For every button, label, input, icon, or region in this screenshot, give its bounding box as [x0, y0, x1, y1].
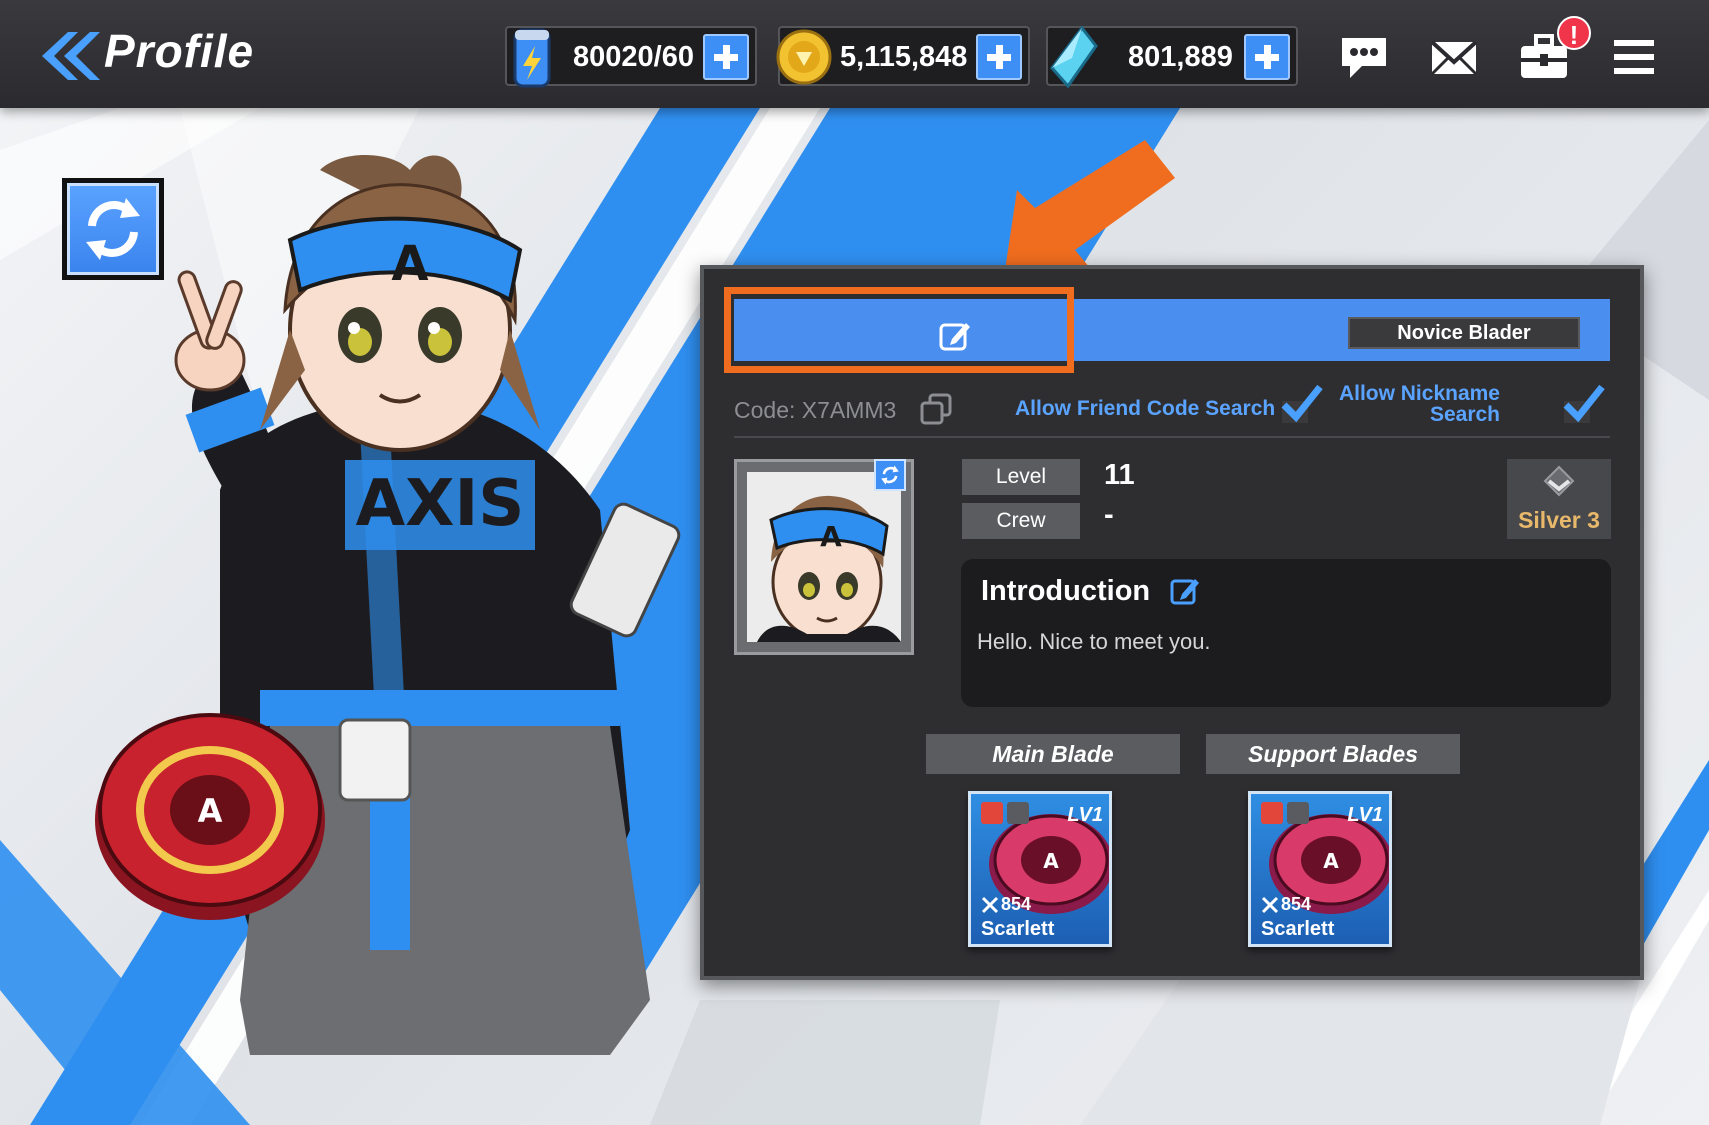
rank-emblem-icon [1543, 465, 1575, 497]
svg-text:AXIS: AXIS [356, 467, 525, 541]
nickname-edit-highlight[interactable] [724, 287, 1074, 373]
support-blades-header: Support Blades [1206, 734, 1460, 774]
svg-text:A: A [1043, 849, 1059, 873]
blade-level: LV1 [1067, 804, 1103, 826]
friend-code-search-check-icon[interactable] [1278, 383, 1324, 425]
back-arrow-icon[interactable] [38, 28, 100, 84]
gold-counter: 5,115,848 [776, 26, 1030, 86]
gold-value: 5,115,848 [840, 41, 968, 73]
blade-type-icon [1007, 802, 1029, 824]
page-title: Profile [104, 25, 255, 77]
blade-name: Scarlett [1261, 918, 1335, 940]
gem-counter: 801,889 [1046, 25, 1298, 89]
allow-nickname-search-label: Allow Nickname Search [1338, 382, 1500, 426]
allow-friend-code-search-label: Allow Friend Code Search [1015, 397, 1276, 420]
svg-text:A: A [198, 792, 223, 830]
blade-power: 854 [1281, 894, 1312, 914]
gem-value: 801,889 [1128, 41, 1233, 73]
crew-label: Crew [962, 503, 1080, 539]
crossed-swords-icon [1261, 896, 1279, 914]
chat-icon[interactable] [1338, 34, 1390, 80]
blade-name: Scarlett [981, 918, 1055, 940]
crew-value: - [1104, 499, 1114, 531]
fire-element-icon [1261, 802, 1283, 824]
refresh-icon [86, 198, 140, 260]
blade-type-icon [1287, 802, 1309, 824]
nickname-search-check-icon[interactable] [1560, 383, 1606, 425]
introduction-title: Introduction [981, 575, 1151, 607]
notification-badge: ! [1557, 16, 1591, 50]
main-blade-header: Main Blade [926, 734, 1180, 774]
avatar-refresh-icon[interactable] [874, 459, 906, 491]
friend-code: Code: X7AMM3 [734, 397, 897, 423]
svg-text:A: A [391, 236, 428, 292]
refresh-character-button[interactable] [62, 178, 164, 280]
gold-coin-icon [776, 29, 832, 85]
energy-value: 80020/60 [573, 41, 694, 73]
add-gem-button[interactable] [1244, 34, 1290, 80]
title-badge: Novice Blader [1348, 317, 1580, 349]
svg-text:A: A [820, 520, 842, 553]
main-blade-card[interactable]: A LV1 854 Scarlett [968, 791, 1112, 947]
add-energy-button[interactable] [703, 34, 749, 80]
crossed-swords-icon [981, 896, 999, 914]
blade-level: LV1 [1347, 804, 1383, 826]
pointer-arrow-icon [1005, 140, 1175, 270]
level-value: 11 [1104, 459, 1135, 491]
character-illustration: AXIS A A [95, 155, 681, 1055]
add-gold-button[interactable] [976, 34, 1022, 80]
menu-icon[interactable] [1608, 34, 1660, 80]
rank-badge[interactable]: Silver 3 [1507, 459, 1611, 539]
fire-element-icon [981, 802, 1003, 824]
introduction-box: Introduction Hello. Nice to meet you. [961, 559, 1611, 707]
code-row: Code: X7AMM3 Allow Friend Code Search Al… [734, 383, 1610, 439]
profile-panel: Novice Blader Code: X7AMM3 Allow Friend … [700, 265, 1644, 980]
svg-text:A: A [1323, 849, 1339, 873]
introduction-edit-icon[interactable] [1169, 575, 1201, 607]
blade-power: 854 [1001, 894, 1032, 914]
crystal-gem-icon [1050, 25, 1098, 89]
introduction-text: Hello. Nice to meet you. [977, 629, 1211, 654]
edit-icon[interactable] [938, 319, 972, 353]
rank-label: Silver 3 [1518, 507, 1600, 533]
avatar-portrait: A [747, 472, 901, 642]
divider [734, 436, 1610, 438]
copy-icon[interactable] [920, 393, 952, 425]
top-bar: Profile 80020/60 5,115,848 801,889 ! [0, 0, 1709, 108]
support-blade-card[interactable]: A LV1 854 Scarlett [1248, 791, 1392, 947]
energy-counter: 80020/60 [505, 26, 757, 88]
mail-icon[interactable] [1428, 34, 1480, 80]
energy-can-icon [513, 28, 551, 88]
level-label: Level [962, 459, 1080, 495]
